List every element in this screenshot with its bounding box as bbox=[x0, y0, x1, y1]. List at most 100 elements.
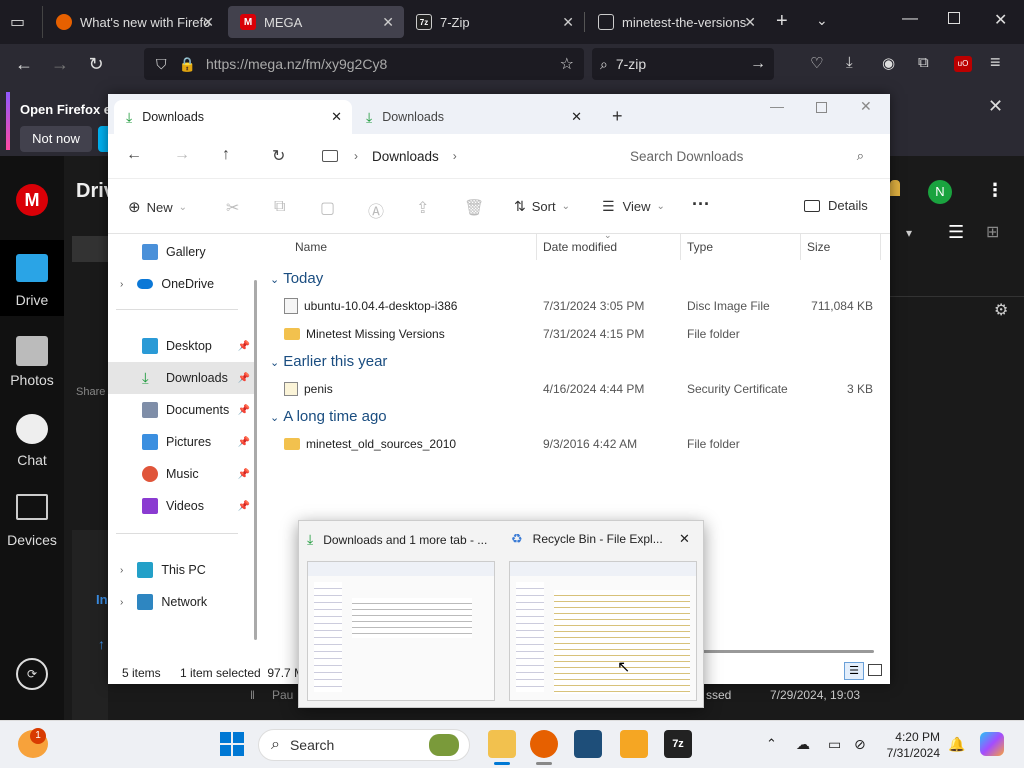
close-window-icon[interactable]: ✕ bbox=[994, 10, 1007, 30]
close-icon[interactable]: ✕ bbox=[679, 531, 690, 547]
new-tab-icon[interactable]: + bbox=[612, 106, 623, 127]
new-button[interactable]: ⊕ New ⌄ bbox=[128, 198, 187, 216]
explorer-tab-active[interactable]: ⤓ Downloads ✕ bbox=[114, 100, 352, 134]
browser-tab-minetest[interactable]: minetest-the-versions ✕ bbox=[586, 6, 766, 38]
nav-item-music[interactable]: Music 📌 bbox=[108, 458, 254, 490]
mega-nav-photos[interactable]: Photos bbox=[0, 372, 64, 388]
close-icon[interactable]: ✕ bbox=[744, 14, 756, 31]
view-button[interactable]: ☰ View ⌄ bbox=[602, 198, 665, 215]
new-tab-icon[interactable]: + bbox=[776, 10, 788, 33]
clock-time[interactable]: 4:20 PM bbox=[888, 730, 940, 744]
pin-icon[interactable]: 📌 bbox=[238, 437, 250, 448]
mega-logo[interactable]: M bbox=[16, 184, 48, 216]
nav-item-desktop[interactable]: Desktop 📌 bbox=[108, 330, 254, 362]
column-divider[interactable] bbox=[536, 234, 537, 260]
taskbar-search[interactable]: ⌕ Search bbox=[258, 729, 470, 761]
download-icon[interactable]: ⤓ bbox=[846, 54, 853, 71]
nav-item-this-pc[interactable]: › This PC bbox=[108, 554, 254, 586]
7zip-taskbar-icon[interactable]: 7z bbox=[664, 730, 692, 758]
bell-icon[interactable]: 🔔 bbox=[948, 736, 965, 753]
preview-title-2[interactable]: ♻ Recycle Bin - File Expl... bbox=[511, 531, 671, 547]
chevron-down-icon[interactable]: ⌄ bbox=[816, 12, 828, 29]
column-divider[interactable] bbox=[880, 234, 881, 260]
list-view-icon[interactable]: ☰ bbox=[948, 222, 964, 243]
forward-icon[interactable]: → bbox=[46, 50, 74, 78]
browser-tab-mega[interactable]: M MEGA ✕ bbox=[228, 6, 404, 38]
column-divider[interactable] bbox=[680, 234, 681, 260]
close-icon[interactable]: ✕ bbox=[988, 96, 1003, 117]
mega-nav-drive[interactable]: Drive bbox=[0, 292, 64, 308]
network-status-icon[interactable]: ⊘ bbox=[854, 736, 866, 753]
group-header-long-time-ago[interactable]: ⌄ A long time ago bbox=[270, 408, 387, 425]
browser-tab-7zip[interactable]: 7z 7-Zip ✕ bbox=[404, 6, 584, 38]
column-header-type[interactable]: Type bbox=[687, 240, 713, 254]
forward-icon[interactable]: → bbox=[174, 146, 190, 164]
account-icon[interactable]: ◉ bbox=[882, 54, 895, 72]
nav-item-downloads[interactable]: ⤓ Downloads 📌 bbox=[108, 362, 254, 394]
reload-icon[interactable]: ↻ bbox=[82, 50, 110, 78]
delete-icon[interactable]: 🗑 bbox=[464, 198, 484, 218]
share-icon[interactable]: ⇪ bbox=[416, 198, 429, 218]
column-header-date[interactable]: Date modified bbox=[543, 240, 617, 254]
pin-icon[interactable]: 📌 bbox=[238, 373, 250, 384]
nav-item-videos[interactable]: Videos 📌 bbox=[108, 490, 254, 522]
file-explorer-taskbar-icon[interactable] bbox=[488, 730, 516, 758]
pin-icon[interactable]: 📌 bbox=[238, 469, 250, 480]
app-taskbar-icon[interactable] bbox=[620, 730, 648, 758]
column-divider[interactable] bbox=[800, 234, 801, 260]
refresh-icon[interactable]: ↻ bbox=[272, 146, 285, 166]
search-bar[interactable]: ⌕ 7-zip → bbox=[592, 48, 774, 80]
url-bar[interactable]: ⛉ 🔒 https://mega.nz/fm/xy9g2Cy8 ☆ bbox=[144, 48, 584, 80]
tab-list-icon[interactable]: ▭ bbox=[10, 12, 30, 32]
bell-icon[interactable] bbox=[890, 180, 900, 196]
details-button[interactable]: Details bbox=[804, 198, 868, 213]
preview-title-1[interactable]: ⤓ Downloads and 1 more tab - ... bbox=[307, 531, 497, 548]
preview-thumbnail-recycle-bin[interactable] bbox=[509, 561, 697, 701]
clock-date[interactable]: 7/31/2024 bbox=[880, 746, 940, 760]
pin-icon[interactable]: 📌 bbox=[238, 405, 250, 416]
minimize-icon[interactable]: — bbox=[770, 98, 784, 114]
bookmark-star-icon[interactable]: ☆ bbox=[560, 54, 574, 74]
extensions-icon[interactable]: ⧉ bbox=[918, 54, 929, 71]
rename-icon[interactable]: Ⓐ bbox=[368, 198, 384, 222]
virtualbox-taskbar-icon[interactable] bbox=[574, 730, 602, 758]
close-icon[interactable]: ✕ bbox=[562, 14, 574, 31]
paste-icon[interactable]: ▢ bbox=[320, 198, 335, 218]
chevron-down-icon[interactable]: ▾ bbox=[906, 226, 912, 240]
group-header-earlier-this-year[interactable]: ⌄ Earlier this year bbox=[270, 353, 387, 370]
details-view-icon[interactable]: ☰ bbox=[844, 662, 864, 680]
column-header-name[interactable]: Name bbox=[295, 240, 327, 254]
column-header-size[interactable]: Size bbox=[807, 240, 830, 254]
ublock-icon[interactable]: uO bbox=[954, 56, 972, 72]
pin-icon[interactable]: 📌 bbox=[238, 341, 250, 352]
horizontal-scrollbar[interactable] bbox=[702, 650, 874, 653]
nav-item-pictures[interactable]: Pictures 📌 bbox=[108, 426, 254, 458]
tiles-view-icon[interactable] bbox=[868, 664, 882, 676]
not-now-button[interactable]: Not now bbox=[20, 126, 92, 152]
close-icon[interactable]: ✕ bbox=[382, 14, 394, 31]
close-icon[interactable]: ✕ bbox=[571, 109, 582, 125]
pin-icon[interactable]: 📌 bbox=[238, 501, 250, 512]
go-arrow-icon[interactable]: → bbox=[750, 55, 766, 73]
gear-icon[interactable]: ⚙ bbox=[994, 300, 1008, 320]
mega-nav-devices[interactable]: Devices bbox=[0, 532, 64, 548]
search-input[interactable]: Search Downloads ⌕ bbox=[616, 140, 878, 172]
grid-view-icon[interactable]: ⊞ bbox=[986, 222, 999, 242]
close-window-icon[interactable]: ✕ bbox=[860, 98, 872, 115]
minimize-icon[interactable]: — bbox=[902, 10, 918, 28]
firefox-taskbar-icon[interactable] bbox=[530, 730, 558, 758]
avatar[interactable]: N bbox=[928, 180, 952, 204]
transfers-icon[interactable]: ⟳ bbox=[16, 658, 48, 690]
nav-item-network[interactable]: › Network bbox=[108, 586, 254, 618]
mega-nav-chat[interactable]: Chat bbox=[0, 452, 64, 468]
pause-icon[interactable]: ‖ bbox=[250, 688, 255, 702]
browser-tab-firefox[interactable]: What's new with Firefo ✕ bbox=[44, 6, 224, 38]
cut-icon[interactable]: ✂ bbox=[226, 198, 239, 218]
start-icon[interactable] bbox=[220, 732, 244, 756]
copilot-icon[interactable] bbox=[980, 732, 1004, 756]
address-bar[interactable]: › Downloads › bbox=[308, 140, 604, 172]
display-icon[interactable]: ▭ bbox=[828, 736, 841, 753]
nav-item-gallery[interactable]: Gallery bbox=[108, 236, 254, 268]
chevron-up-icon[interactable]: ⌃ bbox=[766, 736, 777, 752]
restore-icon[interactable] bbox=[948, 12, 960, 24]
